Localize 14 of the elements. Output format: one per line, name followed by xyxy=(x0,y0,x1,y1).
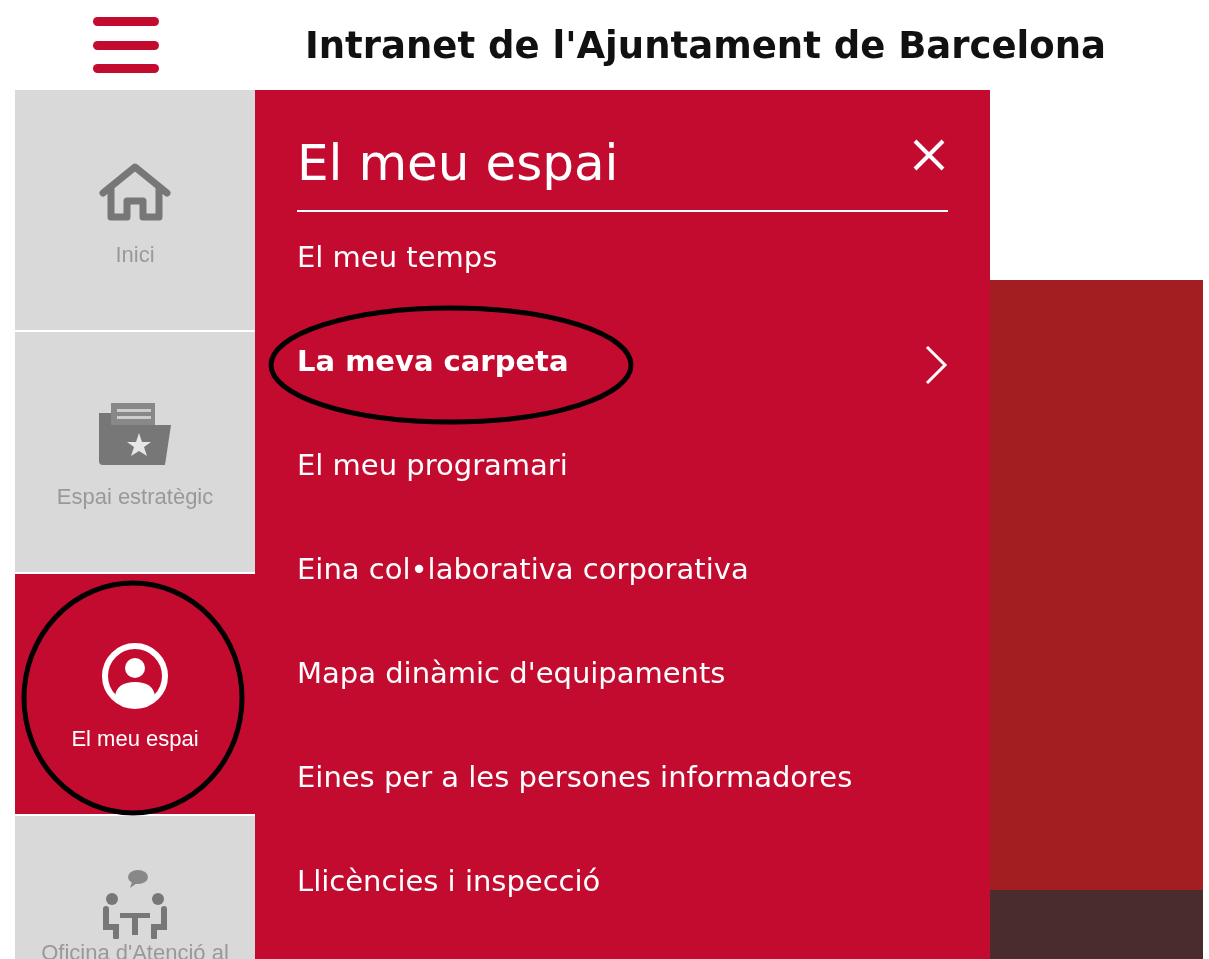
menu-link[interactable]: El meu programari xyxy=(297,448,568,482)
menu-title: El meu espai xyxy=(297,134,948,212)
chevron-right-icon xyxy=(924,344,948,386)
menu-link[interactable]: Eines per a les persones informadores xyxy=(297,760,853,794)
user-circle-icon xyxy=(101,642,169,710)
folder-star-icon xyxy=(97,401,173,467)
menu-link[interactable]: Eina col•laborativa corporativa xyxy=(297,552,749,586)
home-icon xyxy=(97,161,173,223)
menu-icon[interactable] xyxy=(93,17,159,73)
menu-link[interactable]: Mapa dinàmic d'equipaments xyxy=(297,656,726,690)
menu-link[interactable]: Llicències i inspecció xyxy=(297,864,601,898)
sidebar-item[interactable]: El meu espai xyxy=(15,574,255,814)
menu-link[interactable]: El meu temps xyxy=(297,240,498,274)
site-title: Intranet de l'Ajuntament de Barcelona xyxy=(305,23,1106,67)
